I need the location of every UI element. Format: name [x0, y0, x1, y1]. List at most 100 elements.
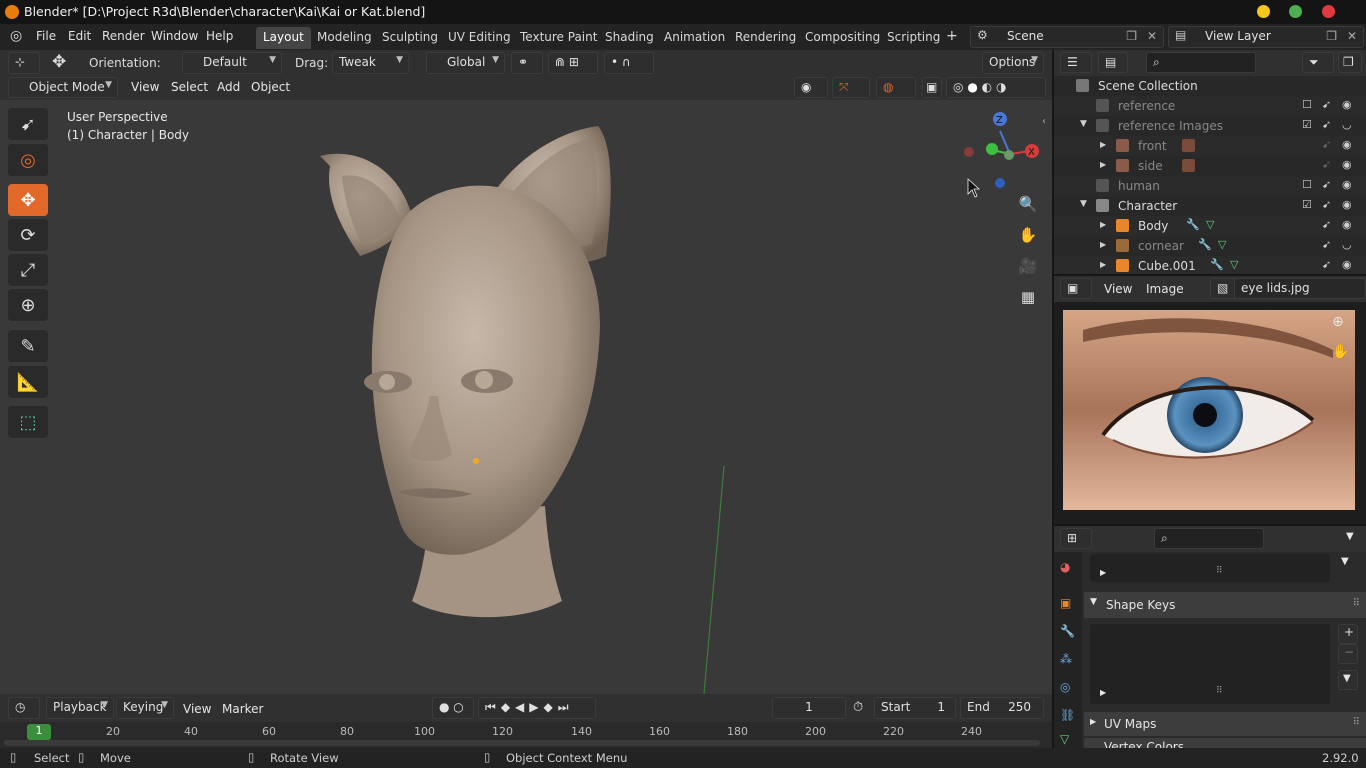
expand-chevron-icon[interactable]: ▶	[1100, 220, 1106, 229]
next-keyframe-icon[interactable]: ◆	[544, 700, 558, 714]
rendered-shading-icon[interactable]: ◑	[996, 80, 1006, 94]
expand-chevron-icon[interactable]: ▶	[1100, 240, 1106, 249]
mode-dropdown[interactable]: Object Mode ▼	[8, 77, 118, 98]
image-name-field[interactable]: eye lids.jpg	[1234, 278, 1366, 299]
eye-icon[interactable]: ◉	[1342, 98, 1352, 111]
new-view-layer-icon[interactable]: ❐	[1326, 29, 1337, 43]
drag-handle-icon[interactable]: ⠿	[1353, 598, 1360, 609]
measure-tool[interactable]: 📐	[8, 366, 48, 398]
menu-help[interactable]: Help	[206, 29, 233, 43]
image-menu-image[interactable]: Image	[1146, 282, 1184, 296]
select-arrow-icon[interactable]: ➹	[1322, 118, 1331, 131]
hand-icon[interactable]: ✋	[1332, 344, 1349, 360]
sidebar-toggle-icon[interactable]: ‹	[1042, 116, 1046, 127]
expand-chevron-icon[interactable]: ▼	[1080, 199, 1087, 209]
jump-start-icon[interactable]: ⏮	[485, 700, 501, 714]
pivot-point-dropdown[interactable]: ⚭	[511, 52, 543, 74]
wireframe-shading-icon[interactable]: ◎	[953, 80, 963, 94]
viewport-menu-select[interactable]: Select	[171, 80, 208, 94]
modifier-tab-icon[interactable]: 🔧	[1060, 624, 1075, 638]
outliner-row-human[interactable]: human ☐ ➹ ◉	[1054, 176, 1366, 196]
exclude-checkbox[interactable]: ☑	[1302, 118, 1312, 131]
scene-collection-row[interactable]: Scene Collection	[1054, 76, 1366, 96]
eye-icon[interactable]: ◉	[1342, 258, 1352, 271]
exclude-checkbox[interactable]: ☐	[1302, 178, 1312, 191]
menu-window[interactable]: Window	[151, 29, 198, 43]
zoom-button[interactable]: 🔍	[1014, 190, 1042, 218]
timeline-scrollbar[interactable]	[4, 740, 1040, 746]
select-arrow-icon[interactable]: ➹	[1322, 218, 1331, 231]
vertex-colors-panel-header[interactable]: Vertex Colors	[1084, 738, 1366, 748]
chevron-down-icon[interactable]: ▼	[1346, 531, 1354, 542]
outliner-row-character[interactable]: ▼ Character ☑ ➹ ◉	[1054, 196, 1366, 216]
remove-shape-key-button[interactable]: −	[1338, 644, 1358, 664]
select-arrow-icon[interactable]: ➹	[1322, 258, 1331, 271]
add-workspace-button[interactable]: +	[941, 27, 963, 49]
keying-dropdown[interactable]: Keying ▼	[116, 697, 174, 719]
select-arrow-icon[interactable]: ➹	[1322, 158, 1331, 171]
gizmo-y-axis[interactable]	[986, 143, 998, 155]
shape-keys-panel-header[interactable]: ▼ Shape Keys ⠿	[1084, 592, 1366, 618]
prev-keyframe-icon[interactable]: ◆	[501, 700, 515, 714]
vertex-groups-list[interactable]: ▶ ⠿	[1090, 554, 1330, 582]
outliner-row-reference-images[interactable]: ▼ reference Images ☑ ➹ ◡	[1054, 116, 1366, 136]
select-box-tool[interactable]: ➹	[8, 108, 48, 140]
new-scene-icon[interactable]: ❐	[1126, 29, 1137, 43]
tab-scripting[interactable]: Scripting	[880, 27, 947, 49]
blender-menu-icon[interactable]: ◎	[10, 28, 22, 44]
properties-editor-type[interactable]: ⊞	[1060, 528, 1092, 549]
tab-compositing[interactable]: Compositing	[798, 27, 887, 49]
tab-rendering[interactable]: Rendering	[728, 27, 803, 49]
ortho-toggle-button[interactable]: ▦	[1014, 283, 1042, 311]
transform-orientation-dropdown[interactable]: Global ▼	[426, 52, 505, 74]
exclude-checkbox[interactable]: ☑	[1302, 198, 1312, 211]
pan-button[interactable]: ✋	[1014, 221, 1042, 249]
eye-icon[interactable]: ◉	[1342, 178, 1352, 191]
outliner-row-body[interactable]: ▶ Body 🔧 ▽ ➹ ◉	[1054, 216, 1366, 236]
zoom-icon[interactable]: ⊕	[1332, 314, 1344, 330]
3d-viewport[interactable]: Z X User Perspective (1) Character | Bod…	[0, 76, 1052, 694]
outliner-row-cornear[interactable]: ▶ cornear 🔧 ▽ ➹ ◡	[1054, 236, 1366, 256]
new-collection-button[interactable]: ❐	[1338, 52, 1362, 73]
options-dropdown[interactable]: Options ▼	[982, 52, 1044, 74]
world-tab-icon[interactable]: ◕	[1060, 560, 1070, 574]
eye-icon[interactable]: ◉	[1342, 218, 1352, 231]
constraints-tab-icon[interactable]: ⛓	[1060, 708, 1075, 722]
filter-dropdown[interactable]: ⏷	[1302, 52, 1334, 73]
timeline-menu-marker[interactable]: Marker	[222, 702, 263, 716]
minimize-button[interactable]	[1257, 5, 1270, 18]
start-frame-field[interactable]: Start 1	[874, 697, 956, 719]
outliner-row-front[interactable]: ▶ front ➹ ◉	[1054, 136, 1366, 156]
list-resize-grip-icon[interactable]: ⠿	[1216, 566, 1223, 576]
outliner-row-reference[interactable]: reference ☐ ➹ ◉	[1054, 96, 1366, 116]
outliner-editor-type[interactable]: ☰	[1060, 52, 1092, 73]
shape-key-specials-button[interactable]: ▼	[1338, 670, 1358, 690]
playhead-frame[interactable]: 1	[27, 724, 51, 740]
editor-type-button[interactable]: ⊹	[8, 52, 40, 74]
display-mode-dropdown[interactable]: ▤	[1098, 52, 1128, 73]
outliner-row-cube[interactable]: ▶ Cube.001 🔧 ▽ ➹ ◉	[1054, 256, 1366, 274]
maximize-button[interactable]	[1289, 5, 1302, 18]
drag-handle-icon[interactable]: ⠿	[1353, 717, 1360, 728]
hidden-eye-icon[interactable]: ◡	[1342, 118, 1352, 131]
tab-layout[interactable]: Layout	[256, 27, 311, 49]
snap-dropdown[interactable]: ⋒ ⊞	[548, 52, 598, 74]
image-menu-view[interactable]: View	[1104, 282, 1132, 296]
eye-icon[interactable]: ◉	[1342, 198, 1352, 211]
viewport-menu-view[interactable]: View	[131, 80, 159, 94]
select-arrow-icon[interactable]: ➹	[1322, 138, 1331, 151]
view-layer-selector[interactable]: View Layer ▤ ❐ ✕	[1168, 26, 1364, 48]
scale-tool[interactable]: ⤢	[8, 254, 48, 286]
menu-edit[interactable]: Edit	[68, 29, 91, 43]
outliner-search-input[interactable]: ⌕	[1146, 52, 1256, 73]
hidden-eye-icon[interactable]: ◡	[1342, 238, 1352, 251]
tab-texture-paint[interactable]: Texture Paint	[513, 27, 604, 49]
current-frame-field[interactable]: 1	[772, 697, 846, 719]
xray-toggle[interactable]: ▣	[922, 77, 942, 98]
shading-mode-selector[interactable]: ◎ ● ◐ ◑	[946, 77, 1046, 98]
select-arrow-icon[interactable]: ➹	[1322, 178, 1331, 191]
tab-animation[interactable]: Animation	[657, 27, 732, 49]
properties-search-input[interactable]: ⌕	[1154, 528, 1264, 549]
scene-selector[interactable]: Scene ⚙ ❐ ✕	[970, 26, 1164, 48]
move-tool[interactable]: ✥	[8, 184, 48, 216]
